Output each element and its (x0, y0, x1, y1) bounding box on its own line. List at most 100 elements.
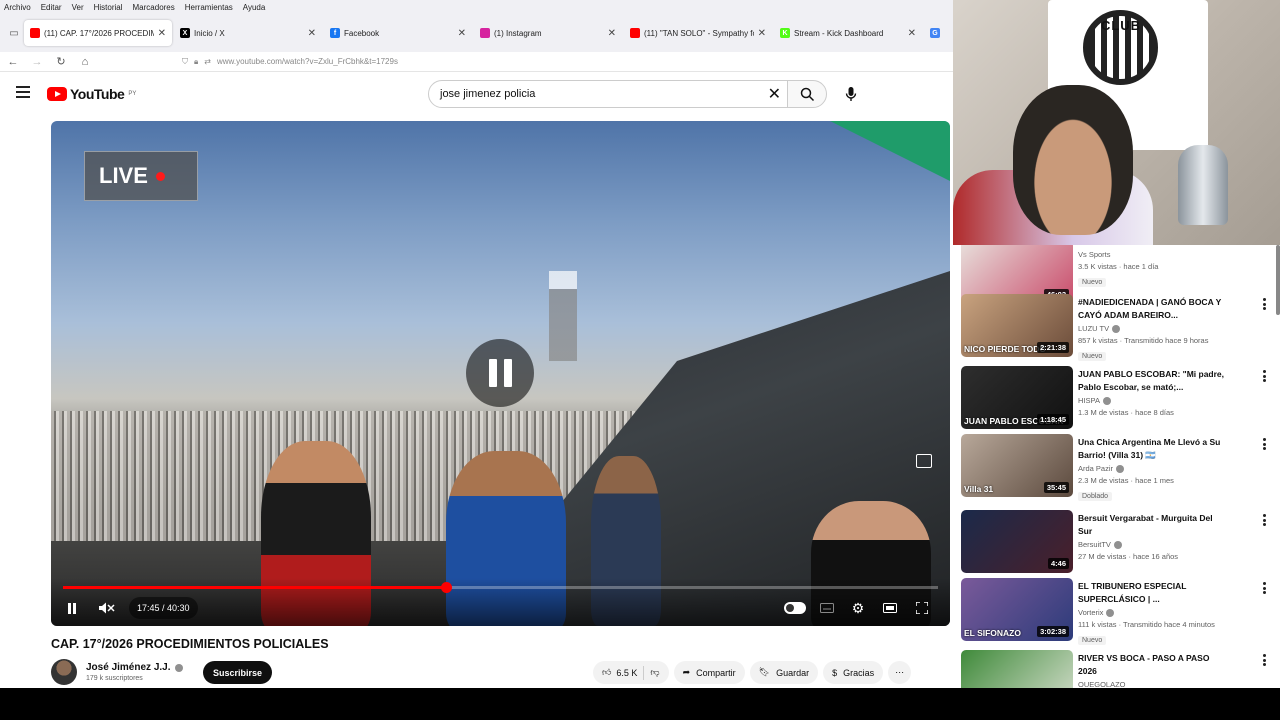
close-tab-icon[interactable]: ✕ (458, 28, 466, 39)
clear-search-icon[interactable]: ✕ (768, 84, 781, 104)
toggle-switch-icon (784, 602, 806, 614)
recommended-video[interactable]: Villa 31 35:45 Una Chica Argentina Me Llev… (961, 434, 1271, 503)
close-tab-icon[interactable]: ✕ (158, 28, 166, 39)
menu-marcadores[interactable]: Marcadores (133, 3, 175, 12)
subtitles-button[interactable] (818, 598, 836, 618)
miniplayer-icon[interactable] (916, 454, 932, 468)
search-query[interactable]: jose jimenez policia (440, 88, 535, 100)
home-icon[interactable]: ⌂ (78, 56, 92, 68)
channel-name[interactable]: Arda Pazir (1078, 464, 1113, 473)
youtube-play-icon (47, 87, 67, 101)
channel-name[interactable]: BersuitTV (1078, 540, 1111, 549)
back-arrow-icon[interactable]: ← (6, 56, 20, 68)
scrollbar[interactable] (1276, 245, 1280, 315)
forward-arrow-icon[interactable]: → (30, 56, 44, 68)
video-thumbnail[interactable]: EL SIFONAZO 3:02:38 (961, 578, 1073, 641)
close-tab-icon[interactable]: ✕ (308, 28, 316, 39)
more-options-icon[interactable] (1263, 654, 1267, 666)
video-thumbnail[interactable]: NICO PIERDE TODO 2:21:38 (961, 294, 1073, 357)
browser-tab[interactable]: (11) "TAN SOLO" - Sympathy fo ✕ (624, 20, 772, 46)
browser-tab[interactable]: X Inicio / X ✕ (174, 20, 322, 46)
duration-badge: 1:18:45 (1037, 414, 1069, 425)
more-actions-button[interactable]: ⋯ (888, 661, 912, 684)
like-button[interactable]: 👍︎ 6.5 K (602, 667, 637, 678)
channel-name[interactable]: HISPA (1078, 396, 1100, 405)
video-title[interactable]: Bersuit Vergarabat - Murguita Del Sur (1078, 512, 1228, 537)
recommended-video[interactable]: 4:46 Bersuit Vergarabat - Murguita Del Su… (961, 510, 1271, 576)
dislike-button[interactable]: 👎︎ (650, 667, 659, 678)
browser-tab[interactable]: f Facebook ✕ (324, 20, 472, 46)
menu-historial[interactable]: Historial (94, 3, 123, 12)
video-title[interactable]: EL TRIBUNERO ESPECIAL SUPERCLÁSICO | ... (1078, 580, 1228, 605)
more-options-icon[interactable] (1263, 582, 1267, 594)
browser-tab[interactable]: (11) CAP. 17°/2026 PROCEDIMI ✕ (24, 20, 172, 46)
recommended-video[interactable]: JUAN PABLO ESCOBAR 1:18:45 JUAN PABLO ESCO… (961, 366, 1271, 432)
menu-herramientas[interactable]: Herramientas (185, 3, 233, 12)
menu-archivo[interactable]: Archivo (4, 3, 31, 12)
share-button[interactable]: ➦ Compartir (673, 661, 745, 684)
fullscreen-button[interactable] (913, 598, 931, 618)
search-icon (800, 87, 814, 101)
video-thumbnail[interactable]: 4:46 (961, 510, 1073, 573)
close-tab-icon[interactable]: ✕ (758, 28, 766, 39)
tab-favicon-icon (630, 28, 640, 38)
video-info: Una Chica Argentina Me Llevó a Su Barrio… (1078, 436, 1228, 503)
reload-icon[interactable]: ↻ (54, 55, 68, 68)
channel-name[interactable]: Vorterix (1078, 608, 1103, 617)
menu-ver[interactable]: Ver (72, 3, 84, 12)
scrubber-handle[interactable] (441, 582, 453, 593)
video-player[interactable]: LIVE 17:45 / 40:30 ⚙ (51, 121, 950, 626)
channel-name[interactable]: OUEGOLAZO (1078, 680, 1126, 688)
channel-name[interactable]: Vs Sports (1078, 250, 1111, 259)
more-options-icon[interactable] (1263, 298, 1267, 310)
video-stats: 3.5 K vistas · hace 1 día (1078, 262, 1159, 271)
browser-tab[interactable]: G (924, 20, 946, 46)
menu-editar[interactable]: Editar (41, 3, 62, 12)
shield-icon[interactable]: ⛉ (182, 57, 188, 67)
recommended-video[interactable]: RIVER VS BOCA - PASO A PASO 2026 OUEGOLAZ… (961, 650, 1271, 688)
permissions-icon[interactable]: ⇄ (204, 57, 211, 66)
more-options-icon[interactable] (1263, 438, 1267, 450)
center-pause-button[interactable] (466, 339, 534, 407)
voice-search-button[interactable] (836, 80, 866, 108)
tab-overview-icon[interactable]: ▭ (4, 23, 24, 43)
streamer-head (1013, 85, 1133, 235)
theater-mode-button[interactable] (881, 598, 899, 618)
address-bar[interactable]: ⛉ 🔒︎ ⇄ www.youtube.com/watch?v=Zxlu_FrCb… (182, 57, 398, 67)
recommended-video[interactable]: NICO PIERDE TODO 2:21:38 #NADIEDICENADA | … (961, 294, 1271, 361)
video-thumbnail[interactable]: Villa 31 35:45 (961, 434, 1073, 497)
menu-icon[interactable] (16, 86, 30, 98)
video-title[interactable]: JUAN PABLO ESCOBAR: "Mi padre, Pablo Esc… (1078, 368, 1228, 393)
channel-name[interactable]: LUZU TV (1078, 324, 1109, 333)
browser-tab[interactable]: (1) Instagram ✕ (474, 20, 622, 46)
menu-ayuda[interactable]: Ayuda (243, 3, 266, 12)
save-label: Guardar (776, 667, 810, 678)
video-info: JUAN PABLO ESCOBAR: "Mi padre, Pablo Esc… (1078, 368, 1228, 417)
video-thumbnail[interactable] (961, 650, 1073, 688)
recommended-video[interactable]: EL SIFONAZO 3:02:38 EL TRIBUNERO ESPECIAL … (961, 578, 1271, 645)
video-title[interactable]: RIVER VS BOCA - PASO A PASO 2026 (1078, 652, 1228, 677)
autoplay-toggle[interactable] (784, 598, 806, 618)
video-title[interactable]: #NADIEDICENADA | GANÓ BOCA Y CAYÓ ADAM B… (1078, 296, 1228, 321)
search-button[interactable] (787, 80, 827, 108)
subscribe-button[interactable]: Suscribirse (203, 661, 273, 684)
channel-avatar[interactable] (51, 659, 77, 685)
thanks-button[interactable]: $ Gracias (823, 661, 884, 684)
more-options-icon[interactable] (1263, 370, 1267, 382)
trophy-shape (1178, 145, 1228, 225)
browser-tab[interactable]: K Stream - Kick Dashboard ✕ (774, 20, 922, 46)
progress-bar[interactable] (63, 582, 938, 593)
close-tab-icon[interactable]: ✕ (608, 28, 616, 39)
pause-button[interactable] (63, 598, 81, 618)
close-tab-icon[interactable]: ✕ (908, 28, 916, 39)
mute-button[interactable] (96, 598, 118, 618)
youtube-logo[interactable]: YouTube PY (47, 86, 136, 102)
video-thumbnail[interactable]: JUAN PABLO ESCOBAR 1:18:45 (961, 366, 1073, 429)
more-options-icon[interactable] (1263, 514, 1267, 526)
url-text[interactable]: www.youtube.com/watch?v=Zxlu_FrCbhk&t=17… (217, 57, 398, 66)
save-button[interactable]: 🔖︎ Guardar (749, 661, 819, 684)
channel-name[interactable]: José Jiménez J.J. (86, 662, 171, 673)
settings-button[interactable]: ⚙ (849, 598, 867, 618)
search-input[interactable]: jose jimenez policia ✕ (428, 80, 788, 108)
video-title[interactable]: Una Chica Argentina Me Llevó a Su Barrio… (1078, 436, 1228, 461)
